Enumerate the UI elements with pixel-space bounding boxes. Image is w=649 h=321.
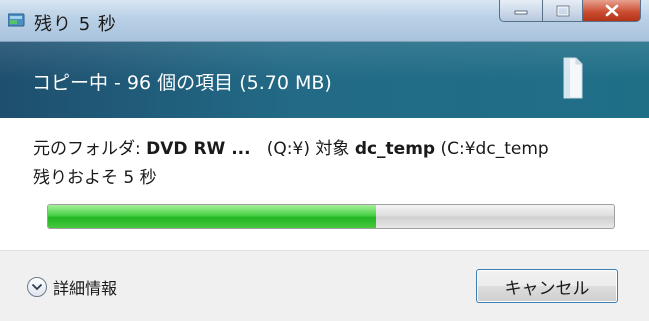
cancel-button[interactable]: キャンセル bbox=[476, 269, 618, 303]
copy-dialog-icon bbox=[7, 12, 26, 28]
close-button[interactable] bbox=[583, 0, 641, 22]
target-folder-name[interactable]: dc_temp bbox=[355, 139, 435, 159]
source-prefix: 元のフォルダ: bbox=[33, 139, 147, 159]
maximize-icon bbox=[556, 5, 569, 16]
target-prefix: 対象 bbox=[315, 139, 350, 159]
title-bar[interactable]: 残り 5 秒 bbox=[0, 0, 649, 42]
close-icon bbox=[605, 4, 618, 17]
source-folder-name[interactable]: DVD RW ... bbox=[146, 139, 250, 159]
time-remaining: 残りおよそ 5 秒 bbox=[33, 168, 157, 188]
copy-progress-bar bbox=[47, 204, 615, 229]
copy-progress-fill bbox=[48, 205, 377, 228]
more-details-label[interactable]: 詳細情報 bbox=[53, 275, 117, 299]
window-title: 残り 5 秒 bbox=[34, 14, 117, 35]
minimize-icon bbox=[514, 10, 528, 14]
source-target-line: 元のフォルダ: DVD RW ... (Q:¥) 対象 dc_temp (C:¥… bbox=[33, 134, 549, 159]
target-path: (C:¥dc_temp bbox=[440, 139, 549, 159]
minimize-button[interactable] bbox=[499, 0, 543, 22]
caption-buttons bbox=[499, 0, 641, 24]
dialog-header: コピー中 - 96 個の項目 (5.70 MB) bbox=[0, 42, 649, 118]
copy-status-text: コピー中 - 96 個の項目 (5.70 MB) bbox=[32, 72, 332, 94]
dialog-footer: 詳細情報 キャンセル bbox=[0, 250, 649, 321]
file-copy-animation-icon bbox=[558, 54, 584, 100]
copy-details: 元のフォルダ: DVD RW ... (Q:¥) 対象 dc_temp (C:¥… bbox=[0, 118, 649, 250]
source-drive: (Q:¥) bbox=[266, 139, 310, 159]
chevron-down-icon[interactable] bbox=[27, 277, 47, 297]
maximize-button[interactable] bbox=[543, 0, 583, 22]
more-details-toggle[interactable]: 詳細情報 bbox=[27, 275, 117, 299]
